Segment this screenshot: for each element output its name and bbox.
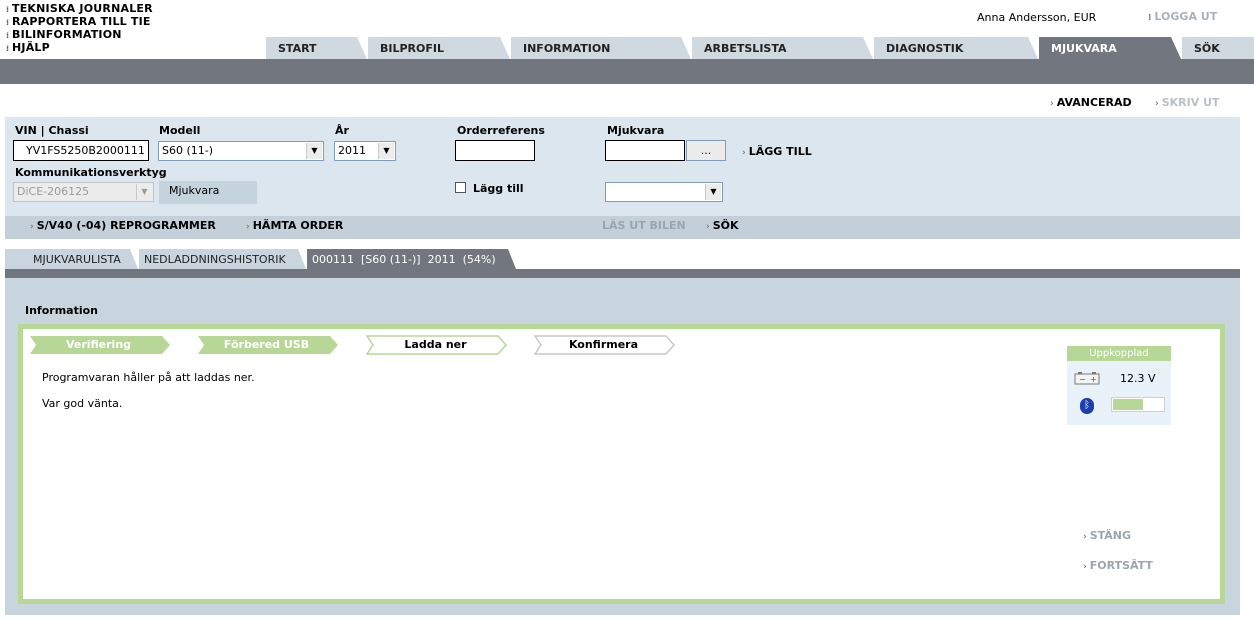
step-confirm: Konfirmera — [568, 338, 639, 351]
close-link[interactable]: › STÄNG — [1083, 529, 1131, 542]
arrow-right-icon: › — [1155, 99, 1159, 109]
tab-start[interactable]: START — [266, 37, 367, 59]
tab-software-list[interactable]: MJUKVARULISTA — [5, 249, 138, 269]
model-select[interactable]: S60 (11-) ▼ — [158, 141, 324, 161]
top-link-car-info[interactable]: ⁞ BILINFORMATION — [6, 28, 122, 42]
add-checkbox[interactable] — [455, 182, 466, 193]
comm-tool-value: DiCE-206125 — [17, 185, 90, 198]
step-prepare-usb: Förbered USB — [223, 338, 310, 351]
tab-arbetslista[interactable]: ARBETSLISTA — [692, 37, 873, 59]
browse-button[interactable]: ... — [686, 140, 726, 161]
signal-meter-fill — [1113, 399, 1143, 410]
tab-information[interactable]: INFORMATION — [511, 37, 691, 59]
information-heading: Information — [25, 304, 98, 317]
menu-dots-icon: ⁞ — [1148, 13, 1152, 23]
year-select-value: 2011 — [338, 144, 366, 157]
step-download: Ladda ner — [404, 338, 467, 351]
print-label: SKRIV UT — [1161, 96, 1220, 109]
order-reference-label: Orderreferens — [457, 124, 545, 137]
year-select[interactable]: 2011 ▼ — [334, 141, 396, 161]
tab-diagnostik[interactable]: DIAGNOSTIK — [874, 37, 1038, 59]
reprogram-label: S/V40 (-04) REPROGRAMMER — [36, 219, 216, 232]
vin-label: VIN | Chassi — [15, 124, 89, 137]
comm-tool-label: Kommunikationsverktyg — [15, 166, 167, 179]
chevron-down-icon: ▼ — [136, 184, 152, 200]
status-message: Programvaran håller på att laddas ner. — [42, 371, 255, 384]
year-label: År — [335, 124, 349, 137]
step-verify: Verifiering — [65, 338, 132, 351]
search-label: SÖK — [712, 219, 739, 232]
user-name: Anna Andersson, EUR — [977, 11, 1097, 24]
software-type-select[interactable]: ▼ — [605, 182, 723, 202]
top-link-label: BILINFORMATION — [12, 28, 122, 41]
svg-text:+: + — [1090, 375, 1097, 384]
add-software-label: LÄGG TILL — [748, 145, 812, 158]
connection-status-header: Uppkopplad — [1067, 346, 1171, 361]
arrow-right-icon: › — [706, 222, 710, 232]
model-select-value: S60 (11-) — [162, 144, 214, 157]
top-link-label: HJÄLP — [12, 41, 50, 54]
software-label: Mjukvara — [607, 124, 665, 137]
search-link[interactable]: › SÖK — [706, 219, 739, 232]
comm-tool-select[interactable]: DiCE-206125 ▼ — [13, 182, 154, 202]
wait-message: Var god vänta. — [42, 397, 123, 410]
reprogram-link[interactable]: › S/V40 (-04) REPROGRAMMER — [30, 219, 216, 232]
top-link-technical-journals[interactable]: ⁞ TEKNISKA JOURNALER — [6, 2, 153, 16]
fetch-order-link[interactable]: › HÄMTA ORDER — [246, 219, 343, 232]
print-link[interactable]: › SKRIV UT — [1155, 96, 1220, 109]
svg-text:−: − — [1079, 375, 1086, 384]
subtab-bar — [5, 269, 1240, 278]
tab-sok[interactable]: SÖK — [1182, 37, 1254, 59]
logout-link[interactable]: ⁞ LOGGA UT — [1148, 10, 1217, 23]
arrow-right-icon: › — [30, 222, 34, 232]
progress-panel — [23, 329, 1220, 599]
chevron-down-icon: ▼ — [378, 143, 394, 159]
tab-current-download[interactable]: 000111 [S60 (11-)] 2011 (54%) — [307, 249, 516, 269]
tab-download-history[interactable]: NEDLADDNINGSHISTORIK — [139, 249, 306, 269]
arrow-right-icon: › — [742, 148, 746, 158]
model-label: Modell — [159, 124, 201, 137]
voltage-readout: 12.3 V — [1120, 372, 1156, 385]
signal-meter — [1111, 397, 1165, 412]
close-label: STÄNG — [1089, 529, 1132, 542]
top-link-help[interactable]: ⁞ HJÄLP — [6, 41, 50, 55]
comm-tool-software-box: Mjukvara — [159, 181, 257, 204]
continue-link[interactable]: › FORTSÄTT — [1083, 559, 1153, 572]
tab-content-bar — [0, 59, 1254, 84]
top-link-label: TEKNISKA JOURNALER — [12, 2, 153, 15]
read-car-link[interactable]: LÄS UT BILEN — [602, 219, 686, 232]
chevron-down-icon: ▼ — [306, 143, 322, 159]
arrow-right-icon: › — [1083, 562, 1087, 572]
add-checkbox-label: Lägg till — [473, 182, 524, 195]
logout-label: LOGGA UT — [1154, 10, 1218, 23]
software-input[interactable] — [605, 140, 685, 161]
advanced-link[interactable]: › AVANCERAD — [1050, 96, 1132, 109]
arrow-right-icon: › — [1050, 99, 1054, 109]
order-reference-input[interactable] — [455, 140, 535, 161]
arrow-right-icon: › — [246, 222, 250, 232]
tab-mjukvara[interactable]: MJUKVARA — [1039, 37, 1181, 59]
fetch-order-label: HÄMTA ORDER — [252, 219, 344, 232]
top-link-report-tie[interactable]: ⁞ RAPPORTERA TILL TIE — [6, 15, 151, 29]
tab-bilprofil[interactable]: BILPROFIL — [368, 37, 510, 59]
menu-dots-icon: ⁞ — [6, 44, 10, 53]
bluetooth-icon: ᛒ — [1080, 398, 1094, 414]
chevron-down-icon: ▼ — [705, 184, 721, 200]
vin-input[interactable]: YV1FS5250B2000111 — [13, 140, 149, 161]
battery-icon: − + — [1074, 372, 1100, 385]
arrow-right-icon: › — [1083, 532, 1087, 542]
continue-label: FORTSÄTT — [1089, 559, 1153, 572]
add-software-link[interactable]: › LÄGG TILL — [742, 145, 812, 158]
top-link-label: RAPPORTERA TILL TIE — [12, 15, 151, 28]
advanced-label: AVANCERAD — [1056, 96, 1132, 109]
